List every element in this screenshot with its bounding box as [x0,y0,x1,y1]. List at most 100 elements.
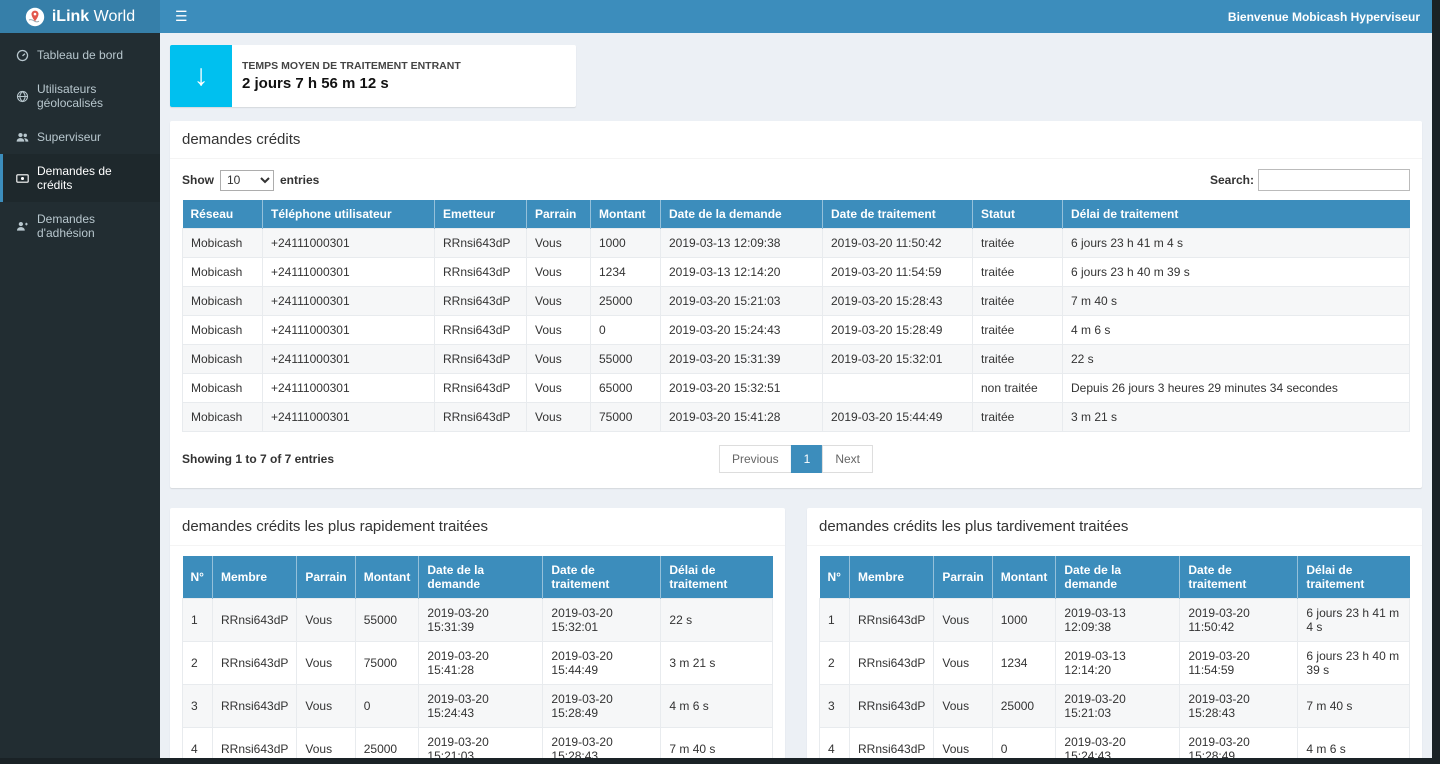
table-cell: traitée [973,287,1063,316]
latest-treated-table: N°MembreParrainMontantDate de la demande… [819,556,1410,758]
column-header[interactable]: Statut [973,200,1063,229]
table-header: N°MembreParrainMontantDate de la demande… [183,556,773,599]
column-header: Délai de traitement [661,556,773,599]
table-header: N°MembreParrainMontantDate de la demande… [820,556,1410,599]
navbar: ☰ Bienvenue Mobicash Hyperviseur [160,0,1432,33]
table-cell: 2019-03-13 12:09:38 [1056,599,1180,642]
table-cell: RRnsi643dP [435,316,527,345]
table-cell: RRnsi643dP [850,599,934,642]
welcome-text: Bienvenue Mobicash Hyperviseur [1228,10,1432,24]
table-cell: 2019-03-20 15:41:28 [419,642,543,685]
table-cell: Vous [297,685,355,728]
table-cell: 1234 [591,258,661,287]
table-cell: Mobicash [183,345,263,374]
search-input[interactable] [1258,169,1410,191]
table-cell: 2019-03-20 15:21:03 [419,728,543,759]
table-cell: 2019-03-20 15:28:43 [1180,685,1298,728]
table-cell: Mobicash [183,374,263,403]
table-cell: 1 [183,599,213,642]
pagination-previous-button[interactable]: Previous [719,445,792,473]
column-header[interactable]: Emetteur [435,200,527,229]
column-header: Montant [355,556,419,599]
table-cell: 1234 [992,642,1056,685]
top-bar: iLink World ☰ Bienvenue Mobicash Hypervi… [0,0,1432,33]
table-cell: 3 [183,685,213,728]
credit-icon [15,172,29,185]
column-header[interactable]: Date de la demande [661,200,823,229]
search-control: Search: [1210,169,1410,191]
table-cell: traitée [973,403,1063,432]
table-cell: 22 s [661,599,773,642]
column-header[interactable]: Délai de traitement [1063,200,1410,229]
table-cell: RRnsi643dP [213,728,297,759]
user-plus-icon [15,220,29,233]
panel-title: demandes crédits les plus tardivement tr… [807,508,1422,546]
table-cell: 25000 [355,728,419,759]
table-cell: RRnsi643dP [435,287,527,316]
table-row: 3RRnsi643dPVous250002019-03-20 15:21:032… [820,685,1410,728]
table-footer: Showing 1 to 7 of 7 entries Previous 1 N… [182,444,1410,474]
brand-logo[interactable]: iLink World [0,0,160,33]
panel-fastest-treated: demandes crédits les plus rapidement tra… [170,508,785,758]
table-cell: Vous [527,345,591,374]
table-row: 1RRnsi643dPVous550002019-03-20 15:31:392… [183,599,773,642]
column-header[interactable]: Parrain [527,200,591,229]
column-header: Montant [992,556,1056,599]
table-cell: 2 [183,642,213,685]
table-cell: +24111000301 [263,374,435,403]
table-cell: Vous [527,374,591,403]
sidebar-item-label: Tableau de bord [37,48,123,62]
column-header: Délai de traitement [1298,556,1410,599]
sidebar-item-tableau-de-bord[interactable]: Tableau de bord [0,38,160,72]
table-row: Mobicash+24111000301RRnsi643dPVous650002… [183,374,1410,403]
dashboard-icon [15,49,29,62]
table-cell: Vous [934,685,992,728]
sidebar-item-superviseur[interactable]: Superviseur [0,120,160,154]
credit-requests-table: RéseauTéléphone utilisateurEmetteurParra… [182,200,1410,432]
pagination-next-button[interactable]: Next [822,445,873,473]
table-cell: RRnsi643dP [850,642,934,685]
column-header: Date de la demande [419,556,543,599]
table-cell: Vous [527,403,591,432]
pagination-page-1-button[interactable]: 1 [791,445,824,473]
table-cell: 2019-03-20 15:32:51 [661,374,823,403]
table-cell: 4 m 6 s [661,685,773,728]
table-header: RéseauTéléphone utilisateurEmetteurParra… [183,200,1410,229]
show-label: Show [182,173,214,187]
table-row: 4RRnsi643dPVous250002019-03-20 15:21:032… [183,728,773,759]
column-header[interactable]: Téléphone utilisateur [263,200,435,229]
table-cell: 2019-03-20 15:24:43 [661,316,823,345]
table-cell: Vous [297,728,355,759]
table-row: 1RRnsi643dPVous10002019-03-13 12:09:3820… [820,599,1410,642]
table-cell: 2019-03-20 15:24:43 [419,685,543,728]
column-header[interactable]: Réseau [183,200,263,229]
table-cell: 0 [591,316,661,345]
table-cell [823,374,973,403]
sidebar-item-utilisateurs-geolocalises[interactable]: Utilisateurs géolocalisés [0,72,160,120]
table-cell: 2019-03-20 11:54:59 [1180,642,1298,685]
table-cell: 2019-03-20 15:44:49 [823,403,973,432]
table-cell: 22 s [1063,345,1410,374]
table-cell: 4 [820,728,850,759]
table-cell: 65000 [591,374,661,403]
table-cell: 7 m 40 s [661,728,773,759]
table-cell: 6 jours 23 h 40 m 39 s [1063,258,1410,287]
table-cell: 2019-03-20 15:28:43 [543,728,661,759]
column-header: Membre [850,556,934,599]
table-row: 2RRnsi643dPVous12342019-03-13 12:14:2020… [820,642,1410,685]
table-cell: Vous [297,599,355,642]
table-cell: 55000 [591,345,661,374]
table-cell: RRnsi643dP [435,345,527,374]
column-header[interactable]: Date de traitement [823,200,973,229]
table-cell: traitée [973,345,1063,374]
column-header[interactable]: Montant [591,200,661,229]
sidebar-item-demandes-de-credits[interactable]: Demandes de crédits [0,154,160,202]
table-row: 4RRnsi643dPVous02019-03-20 15:24:432019-… [820,728,1410,759]
info-box-title: TEMPS MOYEN DE TRAITEMENT ENTRANT [242,60,461,72]
brand-name: iLink World [52,8,135,26]
page-length-select[interactable]: 10 [220,170,274,191]
sidebar-toggle-button[interactable]: ☰ [160,0,203,33]
table-cell: 3 m 21 s [1063,403,1410,432]
table-cell: 7 m 40 s [1063,287,1410,316]
sidebar-item-demandes-adhesion[interactable]: Demandes d'adhésion [0,202,160,250]
